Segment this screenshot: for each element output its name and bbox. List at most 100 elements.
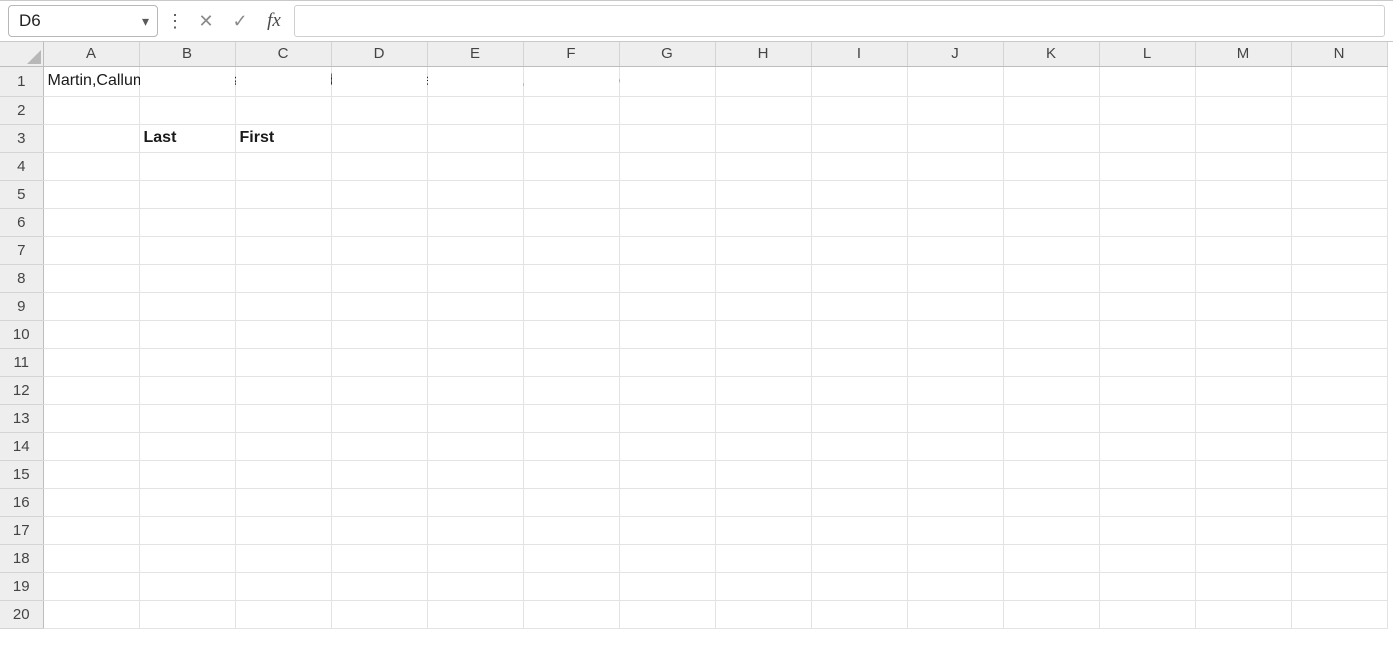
cell-D12[interactable] xyxy=(331,376,427,404)
cell-C20[interactable] xyxy=(235,600,331,628)
cell-D8[interactable] xyxy=(331,264,427,292)
row-header-12[interactable]: 12 xyxy=(0,376,43,404)
row-header-7[interactable]: 7 xyxy=(0,236,43,264)
cell-A2[interactable] xyxy=(43,96,139,124)
cell-M19[interactable] xyxy=(1195,572,1291,600)
cell-G5[interactable] xyxy=(619,180,715,208)
cell-M8[interactable] xyxy=(1195,264,1291,292)
cell-F18[interactable] xyxy=(523,544,619,572)
cell-A3[interactable] xyxy=(43,124,139,152)
cell-I8[interactable] xyxy=(811,264,907,292)
cell-L8[interactable] xyxy=(1099,264,1195,292)
cell-J6[interactable] xyxy=(907,208,1003,236)
cell-E6[interactable] xyxy=(427,208,523,236)
cell-K17[interactable] xyxy=(1003,516,1099,544)
cell-M17[interactable] xyxy=(1195,516,1291,544)
cell-E3[interactable] xyxy=(427,124,523,152)
cell-I1[interactable] xyxy=(811,66,907,96)
cell-M5[interactable] xyxy=(1195,180,1291,208)
cell-J15[interactable] xyxy=(907,460,1003,488)
cell-H20[interactable] xyxy=(715,600,811,628)
cell-G6[interactable] xyxy=(619,208,715,236)
column-header-G[interactable]: G xyxy=(619,42,715,66)
cell-E2[interactable] xyxy=(427,96,523,124)
cell-I4[interactable] xyxy=(811,152,907,180)
cell-N20[interactable] xyxy=(1291,600,1387,628)
cell-K15[interactable] xyxy=(1003,460,1099,488)
cell-M1[interactable] xyxy=(1195,66,1291,96)
cell-D3[interactable] xyxy=(331,124,427,152)
cell-G2[interactable] xyxy=(619,96,715,124)
cell-F9[interactable] xyxy=(523,292,619,320)
cell-A6[interactable] xyxy=(43,208,139,236)
cell-J10[interactable] xyxy=(907,320,1003,348)
row-header-5[interactable]: 5 xyxy=(0,180,43,208)
cell-M20[interactable] xyxy=(1195,600,1291,628)
cell-N17[interactable] xyxy=(1291,516,1387,544)
cell-H18[interactable] xyxy=(715,544,811,572)
cell-M12[interactable] xyxy=(1195,376,1291,404)
cell-I2[interactable] xyxy=(811,96,907,124)
cell-B8[interactable] xyxy=(139,264,235,292)
cell-N6[interactable] xyxy=(1291,208,1387,236)
spreadsheet-grid[interactable]: ABCDEFGHIJKLMN1Martin,Callum;Stevens,Jos… xyxy=(0,42,1393,669)
cell-E20[interactable] xyxy=(427,600,523,628)
cell-E7[interactable] xyxy=(427,236,523,264)
cell-N8[interactable] xyxy=(1291,264,1387,292)
row-header-4[interactable]: 4 xyxy=(0,152,43,180)
cell-B19[interactable] xyxy=(139,572,235,600)
cell-C15[interactable] xyxy=(235,460,331,488)
cell-E8[interactable] xyxy=(427,264,523,292)
cell-F17[interactable] xyxy=(523,516,619,544)
cell-D5[interactable] xyxy=(331,180,427,208)
cell-E17[interactable] xyxy=(427,516,523,544)
cell-L4[interactable] xyxy=(1099,152,1195,180)
column-header-L[interactable]: L xyxy=(1099,42,1195,66)
cell-N18[interactable] xyxy=(1291,544,1387,572)
cell-I9[interactable] xyxy=(811,292,907,320)
cell-H7[interactable] xyxy=(715,236,811,264)
cell-F16[interactable] xyxy=(523,488,619,516)
cell-B4[interactable] xyxy=(139,152,235,180)
row-header-19[interactable]: 19 xyxy=(0,572,43,600)
cell-J11[interactable] xyxy=(907,348,1003,376)
cell-E14[interactable] xyxy=(427,432,523,460)
row-header-18[interactable]: 18 xyxy=(0,544,43,572)
cell-N7[interactable] xyxy=(1291,236,1387,264)
cell-A19[interactable] xyxy=(43,572,139,600)
cell-B11[interactable] xyxy=(139,348,235,376)
cell-G14[interactable] xyxy=(619,432,715,460)
cell-G18[interactable] xyxy=(619,544,715,572)
cell-L13[interactable] xyxy=(1099,404,1195,432)
cell-C17[interactable] xyxy=(235,516,331,544)
cell-N9[interactable] xyxy=(1291,292,1387,320)
cell-D20[interactable] xyxy=(331,600,427,628)
cell-I12[interactable] xyxy=(811,376,907,404)
cell-D7[interactable] xyxy=(331,236,427,264)
cell-E16[interactable] xyxy=(427,488,523,516)
cell-H9[interactable] xyxy=(715,292,811,320)
cell-L11[interactable] xyxy=(1099,348,1195,376)
cell-H10[interactable] xyxy=(715,320,811,348)
cell-N10[interactable] xyxy=(1291,320,1387,348)
name-box-input[interactable] xyxy=(19,11,142,31)
row-header-6[interactable]: 6 xyxy=(0,208,43,236)
cell-G12[interactable] xyxy=(619,376,715,404)
cell-J13[interactable] xyxy=(907,404,1003,432)
cell-E15[interactable] xyxy=(427,460,523,488)
cell-F15[interactable] xyxy=(523,460,619,488)
cell-K19[interactable] xyxy=(1003,572,1099,600)
cell-K12[interactable] xyxy=(1003,376,1099,404)
cell-B9[interactable] xyxy=(139,292,235,320)
cell-D2[interactable] xyxy=(331,96,427,124)
cell-E1[interactable] xyxy=(427,66,523,96)
cell-N1[interactable] xyxy=(1291,66,1387,96)
cell-D4[interactable] xyxy=(331,152,427,180)
cell-D14[interactable] xyxy=(331,432,427,460)
cell-B13[interactable] xyxy=(139,404,235,432)
cell-I19[interactable] xyxy=(811,572,907,600)
cell-N15[interactable] xyxy=(1291,460,1387,488)
cell-J2[interactable] xyxy=(907,96,1003,124)
cell-C2[interactable] xyxy=(235,96,331,124)
cell-M7[interactable] xyxy=(1195,236,1291,264)
